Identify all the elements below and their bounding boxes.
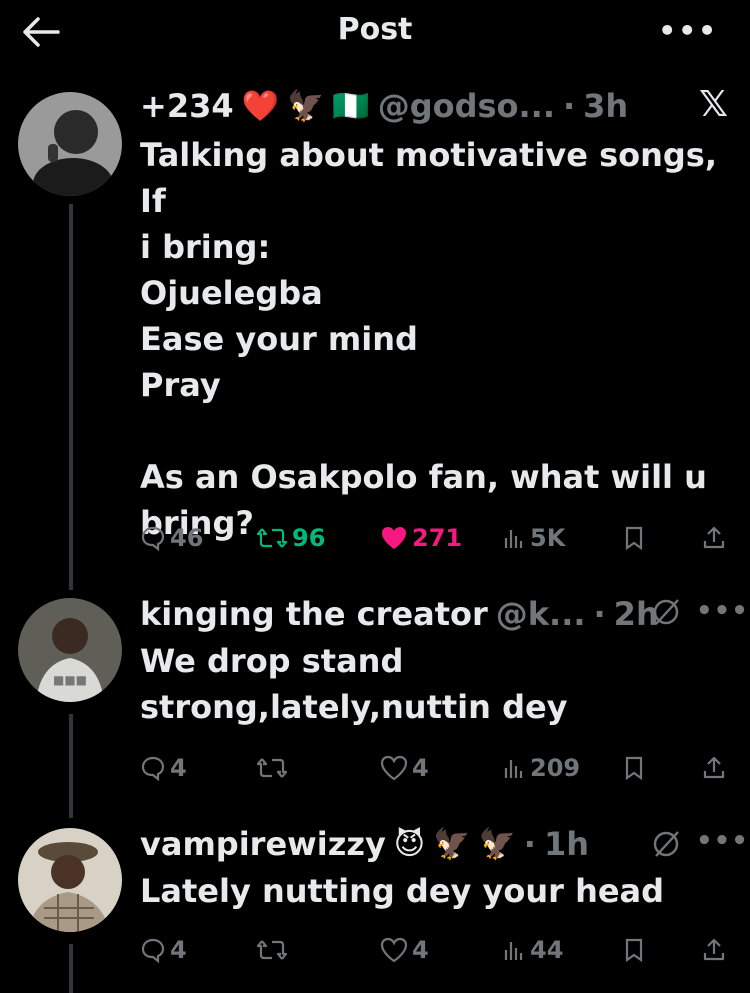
reply-icon xyxy=(140,937,166,963)
nigeria-flag-icon: 🇳🇬 xyxy=(332,88,370,124)
reply-count: 4 xyxy=(170,936,187,964)
eagle-emoji-icon: 🦅 xyxy=(286,88,325,124)
reply-actions: 4 4 44 xyxy=(140,930,730,970)
avatar[interactable] xyxy=(18,828,122,932)
views-count: 5K xyxy=(530,524,566,552)
reply-button[interactable]: 4 xyxy=(140,930,187,970)
separator-dot: · xyxy=(523,825,536,863)
like-button[interactable]: 271 xyxy=(380,518,462,558)
heart-emoji-icon: ❤️ xyxy=(241,88,279,124)
views-icon xyxy=(502,526,526,550)
reply-text: We drop stand strong,lately,nuttin dey xyxy=(140,642,568,726)
author-handle[interactable]: @k... xyxy=(496,595,586,633)
views-icon xyxy=(502,938,526,962)
post-actions: 46 96 271 5K xyxy=(140,518,730,558)
views-button[interactable]: 44 xyxy=(502,930,563,970)
share-icon xyxy=(703,938,725,961)
repost-icon xyxy=(256,525,288,551)
thread-line xyxy=(69,944,73,993)
thread-line xyxy=(69,204,73,590)
page-title: Post xyxy=(337,12,413,47)
bookmark-button[interactable] xyxy=(624,518,644,558)
thread-line xyxy=(69,714,73,818)
more-options-icon[interactable]: ••• xyxy=(696,596,749,626)
views-button[interactable]: 5K xyxy=(502,518,565,558)
repost-icon xyxy=(256,937,288,963)
grok-icon[interactable] xyxy=(650,596,682,636)
post-time[interactable]: 3h xyxy=(583,87,628,125)
share-button[interactable] xyxy=(702,930,726,970)
post-time[interactable]: 1h xyxy=(544,825,589,863)
devil-emoji-icon: 😈 xyxy=(393,826,426,862)
author-name[interactable]: vampirewizzy xyxy=(140,825,386,863)
top-bar: Post ••• xyxy=(0,0,750,62)
separator-dot: · xyxy=(562,87,576,125)
reply-count: 46 xyxy=(170,524,204,552)
bookmark-icon xyxy=(625,756,643,781)
reply-text: Lately nutting dey your head xyxy=(140,872,665,910)
post-text: Talking about motivative songs, If i bri… xyxy=(140,136,717,542)
share-button[interactable] xyxy=(702,518,726,558)
reply-icon xyxy=(140,525,166,551)
share-icon xyxy=(703,526,725,549)
x-logo-icon: 𝕏 xyxy=(698,84,728,125)
reply-header: kinging the creator @k... · 2h xyxy=(140,592,730,636)
eagle-emoji-icon: 🦅 xyxy=(433,826,471,862)
views-count: 44 xyxy=(530,936,564,964)
repost-button[interactable]: 96 xyxy=(256,518,325,558)
views-button[interactable]: 209 xyxy=(502,748,580,788)
reply-button[interactable]: 46 xyxy=(140,518,203,558)
reply-button[interactable]: 4 xyxy=(140,748,187,788)
author-name[interactable]: kinging the creator xyxy=(140,595,488,633)
bookmark-icon xyxy=(625,526,643,551)
grok-icon[interactable] xyxy=(650,828,682,868)
share-button[interactable] xyxy=(702,748,726,788)
reply-actions: 4 4 209 xyxy=(140,748,730,788)
author-name[interactable]: +234 xyxy=(140,87,234,125)
repost-button[interactable] xyxy=(256,748,288,788)
heart-filled-icon xyxy=(380,525,408,551)
repost-button[interactable] xyxy=(256,930,288,970)
bookmark-button[interactable] xyxy=(624,748,644,788)
heart-icon xyxy=(380,755,408,781)
more-options-icon[interactable]: ••• xyxy=(658,14,718,47)
like-count: 271 xyxy=(412,524,463,552)
repost-icon xyxy=(256,755,288,781)
post-header: +234 ❤️ 🦅 🇳🇬 @godso... · 3h xyxy=(140,84,730,128)
eagle-emoji-icon: 🦅 xyxy=(478,826,516,862)
views-icon xyxy=(502,756,526,780)
share-icon xyxy=(703,756,725,779)
avatar[interactable] xyxy=(18,92,122,196)
more-options-icon[interactable]: ••• xyxy=(696,826,749,856)
reply-icon xyxy=(140,755,166,781)
reply-count: 4 xyxy=(170,754,187,782)
like-count: 4 xyxy=(412,936,429,964)
reply-header: vampirewizzy 😈 🦅 🦅 · 1h xyxy=(140,822,730,866)
avatar[interactable]: ■■■ xyxy=(18,598,122,702)
svg-text:■■■: ■■■ xyxy=(53,673,87,687)
heart-icon xyxy=(380,937,408,963)
repost-count: 96 xyxy=(292,524,326,552)
separator-dot: · xyxy=(593,595,606,633)
like-button[interactable]: 4 xyxy=(380,748,429,788)
author-handle[interactable]: @godso... xyxy=(378,87,555,125)
like-count: 4 xyxy=(412,754,429,782)
bookmark-icon xyxy=(625,938,643,963)
views-count: 209 xyxy=(530,754,581,782)
like-button[interactable]: 4 xyxy=(380,930,429,970)
bookmark-button[interactable] xyxy=(624,930,644,970)
